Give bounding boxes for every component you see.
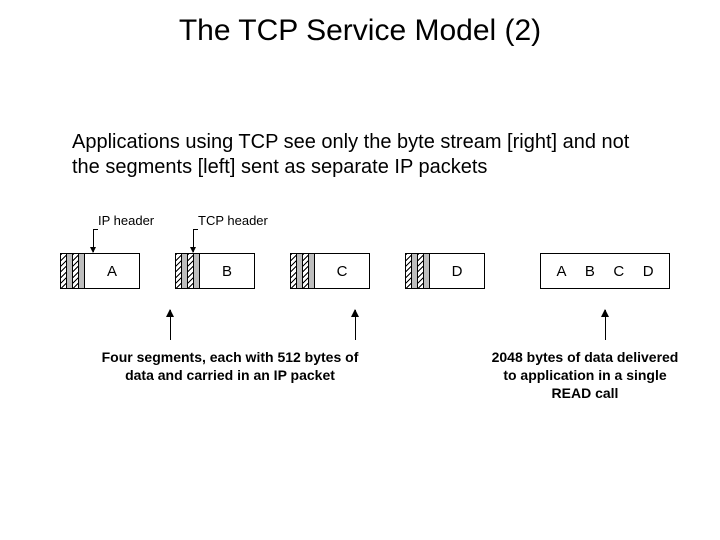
tcp-diagram: IP header TCP header A B C — [60, 205, 670, 325]
segment-b: B — [175, 253, 255, 289]
caption-right: 2048 bytes of data delivered to applicat… — [490, 348, 680, 403]
segment-payload-label: A — [85, 254, 139, 288]
ip-header-label: IP header — [98, 213, 154, 228]
segment-c: C — [290, 253, 370, 289]
merged-byte: B — [582, 263, 598, 280]
pointer-arrow-icon — [93, 229, 94, 252]
caption-left: Four segments, each with 512 bytes of da… — [90, 348, 370, 384]
tcp-header-label: TCP header — [198, 213, 268, 228]
up-arrow-icon — [605, 310, 606, 340]
segment-a: A — [60, 253, 140, 289]
up-arrow-icon — [355, 310, 356, 340]
slide-title: The TCP Service Model (2) — [0, 14, 720, 48]
merged-byte: D — [640, 263, 657, 280]
segment-payload-label: B — [200, 254, 254, 288]
merged-byte: A — [553, 263, 569, 280]
up-arrow-icon — [170, 310, 171, 340]
pointer-arrow-icon — [193, 229, 194, 252]
segment-payload-label: D — [430, 254, 484, 288]
slide-subtitle: Applications using TCP see only the byte… — [72, 130, 652, 180]
segment-d: D — [405, 253, 485, 289]
segment-payload-label: C — [315, 254, 369, 288]
byte-stream-box: A B C D — [540, 253, 670, 289]
merged-byte: C — [610, 263, 627, 280]
